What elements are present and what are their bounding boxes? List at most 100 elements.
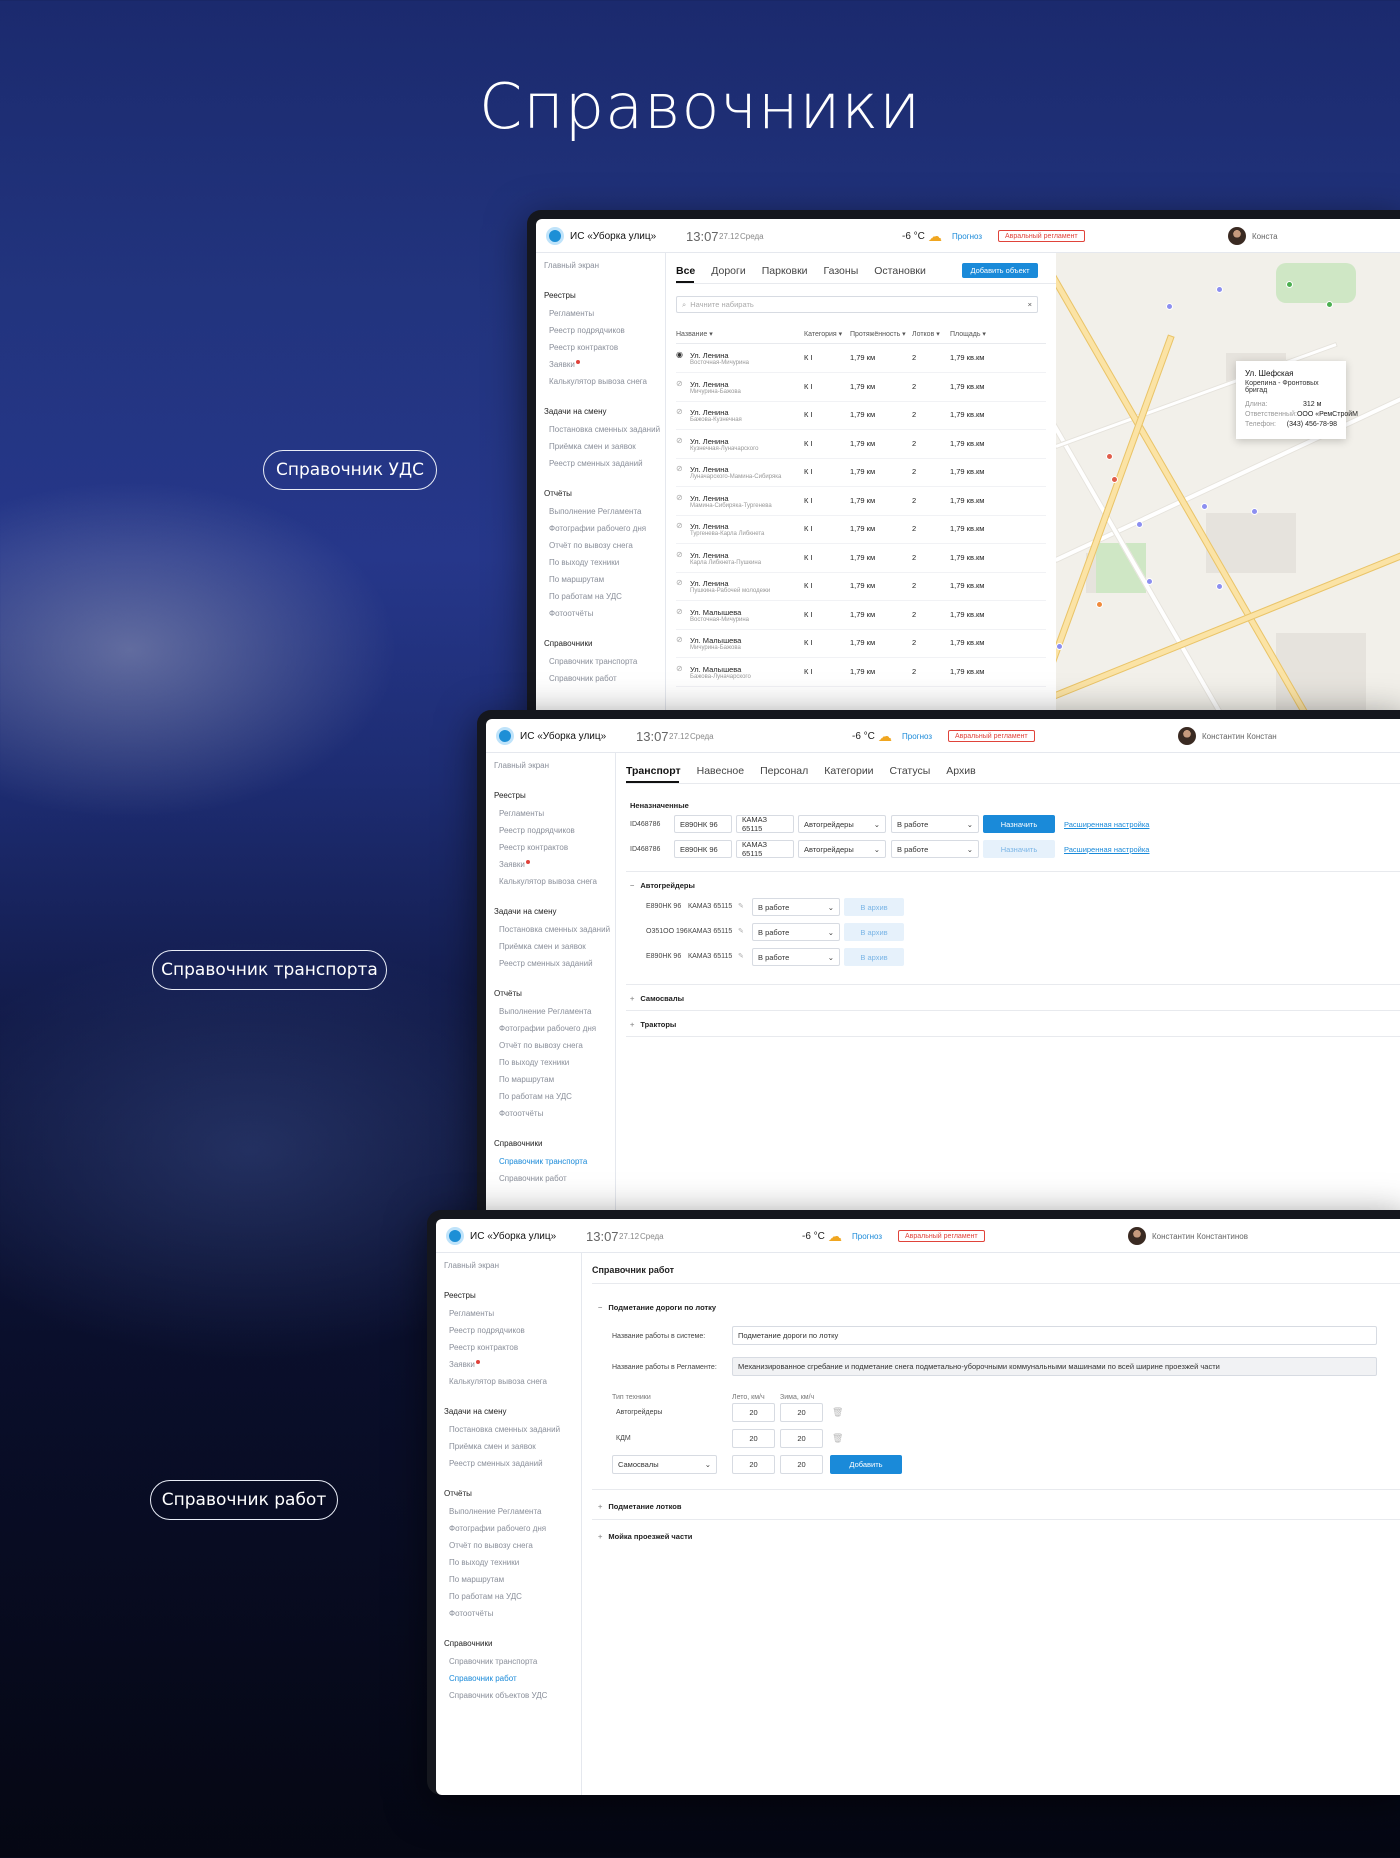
tab-transport[interactable]: Транспорт <box>626 765 681 777</box>
sidebar-item-shift-setup[interactable]: Постановка сменных заданий <box>499 925 615 934</box>
sidebar-item-dir-transport[interactable]: Справочник транспорта <box>449 1657 581 1666</box>
map-popup[interactable]: Ул. Шефская Корепина - Фронтовых бригад … <box>1236 361 1358 439</box>
sidebar-item-report-snow[interactable]: Отчёт по вывозу снега <box>549 541 665 550</box>
map-poi[interactable] <box>1201 503 1208 510</box>
status-select[interactable]: В работе ⌄ <box>752 898 840 916</box>
advanced-settings-link[interactable]: Расширенная настройка <box>1064 820 1149 829</box>
map-poi[interactable] <box>1096 601 1103 608</box>
sidebar-item-report-uds[interactable]: По работам на УДС <box>549 592 665 601</box>
sidebar-item-report-routes[interactable]: По маршрутам <box>549 575 665 584</box>
sidebar-item-requests[interactable]: Заявки <box>449 1360 581 1369</box>
map-poi[interactable] <box>1286 281 1293 288</box>
eye-off-icon[interactable]: ⊘ <box>676 379 683 388</box>
status-select[interactable]: В работе ⌄ <box>752 923 840 941</box>
sidebar-item-report-photos[interactable]: Фотографии рабочего дня <box>449 1524 581 1533</box>
sidebar-item-report-photos[interactable]: Фотографии рабочего дня <box>549 524 665 533</box>
vehicle-type-select[interactable]: Автогрейдеры ⌄ <box>798 815 886 833</box>
sidebar-item-report-snow[interactable]: Отчёт по вывозу снега <box>499 1041 615 1050</box>
table-row[interactable]: ⊘ Ул. Ленина Кузнечная-Луначарского К I 1,79… <box>676 431 1046 459</box>
col-name[interactable]: Название ▾ <box>676 330 713 338</box>
vehicle-type-select[interactable]: Самосвалы ⌄ <box>612 1455 717 1474</box>
assign-button[interactable]: Назначить <box>983 815 1055 833</box>
group-header[interactable]: − Автогрейдеры <box>630 881 695 890</box>
col-trays[interactable]: Лотков ▾ <box>912 330 940 338</box>
col-length[interactable]: Протяжённость ▾ <box>850 330 906 338</box>
tab-lawns[interactable]: Газоны <box>824 265 859 277</box>
tab-parking[interactable]: Парковки <box>762 265 808 277</box>
sidebar-item-report-routes[interactable]: По маршрутам <box>449 1575 581 1584</box>
sidebar-item-report-reglament[interactable]: Выполнение Регламента <box>449 1507 581 1516</box>
table-row[interactable]: ⊘ Ул. Ленина Мамина-Сибиряка-Тургенева К I 1… <box>676 488 1046 516</box>
sidebar-item-shift-setup[interactable]: Постановка сменных заданий <box>449 1425 581 1434</box>
archive-button[interactable]: В архив <box>844 923 904 941</box>
sidebar-item-home[interactable]: Главный экран <box>494 761 615 770</box>
edit-icon[interactable]: ✎ <box>738 927 744 935</box>
map-poi[interactable] <box>1056 643 1063 650</box>
avatar[interactable] <box>1178 727 1196 745</box>
section-sweeping-tray[interactable]: − Подметание дороги по лотку <box>598 1303 716 1312</box>
sidebar-item-requests[interactable]: Заявки <box>549 360 665 369</box>
eye-off-icon[interactable]: ⊘ <box>676 493 683 502</box>
sidebar-item-dir-uds[interactable]: Справочник объектов УДС <box>449 1691 581 1700</box>
winter-speed-input[interactable]: 20 <box>780 1429 823 1448</box>
sidebar-item-contractors[interactable]: Реестр подрядчиков <box>449 1326 581 1335</box>
summer-speed-input[interactable]: 20 <box>732 1403 775 1422</box>
table-row[interactable]: ⊘ Ул. Ленина Бажова-Кузнечная К I 1,79 км 2 1,… <box>676 402 1046 430</box>
winter-speed-input[interactable]: 20 <box>780 1403 823 1422</box>
col-area[interactable]: Площадь ▾ <box>950 330 986 338</box>
sidebar-item-contractors[interactable]: Реестр подрядчиков <box>499 826 615 835</box>
summer-speed-input[interactable]: 20 <box>732 1429 775 1448</box>
add-object-button[interactable]: Добавить объект <box>962 263 1038 278</box>
sidebar-item-reglaments[interactable]: Регламенты <box>499 809 615 818</box>
eye-off-icon[interactable]: ⊘ <box>676 521 683 530</box>
sidebar-item-shift-registry[interactable]: Реестр сменных заданий <box>449 1459 581 1468</box>
status-select[interactable]: В работе ⌄ <box>752 948 840 966</box>
map-poi[interactable] <box>1216 286 1223 293</box>
assign-button[interactable]: Назначить <box>983 840 1055 858</box>
vehicle-type-select[interactable]: Автогрейдеры ⌄ <box>798 840 886 858</box>
group-header[interactable]: + Тракторы <box>630 1020 676 1029</box>
sidebar-item-report-uds[interactable]: По работам на УДС <box>499 1092 615 1101</box>
eye-icon[interactable]: ◉ <box>676 350 683 359</box>
sidebar-item-dir-transport[interactable]: Справочник транспорта <box>549 657 665 666</box>
sidebar-item-report-vehicles[interactable]: По выходу техники <box>549 558 665 567</box>
plate-input[interactable]: Е890НК 96 <box>674 815 732 833</box>
sidebar-item-contractors[interactable]: Реестр подрядчиков <box>549 326 665 335</box>
avatar[interactable] <box>1228 227 1246 245</box>
map-poi[interactable] <box>1111 476 1118 483</box>
edit-icon[interactable]: ✎ <box>738 952 744 960</box>
winter-speed-input[interactable]: 20 <box>780 1455 823 1474</box>
eye-off-icon[interactable]: ⊘ <box>676 436 683 445</box>
sidebar-item-report-reglament[interactable]: Выполнение Регламента <box>549 507 665 516</box>
trash-icon[interactable]: 🗑 <box>832 1433 843 1444</box>
sidebar-item-reglaments[interactable]: Регламенты <box>449 1309 581 1318</box>
alarm-badge[interactable]: Авральный регламент <box>948 730 1035 742</box>
sidebar-item-report-snow[interactable]: Отчёт по вывозу снега <box>449 1541 581 1550</box>
eye-off-icon[interactable]: ⊘ <box>676 407 683 416</box>
sidebar-item-home[interactable]: Главный экран <box>544 261 665 270</box>
sidebar-item-dir-transport[interactable]: Справочник транспорта <box>499 1157 615 1166</box>
avatar[interactable] <box>1128 1227 1146 1245</box>
sidebar-item-report-vehicles[interactable]: По выходу техники <box>449 1558 581 1567</box>
forecast-link[interactable]: Прогноз <box>952 219 982 253</box>
sidebar-item-reglaments[interactable]: Регламенты <box>549 309 665 318</box>
status-select[interactable]: В работе ⌄ <box>891 840 979 858</box>
forecast-link[interactable]: Прогноз <box>902 719 932 753</box>
section-sweeping-trays[interactable]: + Подметание лотков <box>598 1502 681 1511</box>
tab-stops[interactable]: Остановки <box>874 265 926 277</box>
sidebar-item-dir-works[interactable]: Справочник работ <box>499 1174 615 1183</box>
map-poi[interactable] <box>1216 583 1223 590</box>
table-row[interactable]: ⊘ Ул. Малышева Бажова-Луначарского К I 1,79 … <box>676 659 1046 687</box>
tab-personnel[interactable]: Персонал <box>760 765 808 777</box>
eye-off-icon[interactable]: ⊘ <box>676 664 683 673</box>
table-row[interactable]: ⊘ Ул. Малышева Мичурина-Бажова К I 1,79 км 2 1… <box>676 630 1046 658</box>
table-row[interactable]: ⊘ Ул. Ленина Карла Либкнета-Пушкина К I 1,79… <box>676 545 1046 573</box>
sidebar-item-dir-works[interactable]: Справочник работ <box>549 674 665 683</box>
eye-off-icon[interactable]: ⊘ <box>676 550 683 559</box>
section-road-washing[interactable]: + Мойка проезжей части <box>598 1532 692 1541</box>
eye-off-icon[interactable]: ⊘ <box>676 607 683 616</box>
map-poi[interactable] <box>1251 508 1258 515</box>
sidebar-item-snow-calc[interactable]: Калькулятор вывоза снега <box>549 377 665 386</box>
user-name[interactable]: Константин Констан <box>1202 719 1277 753</box>
status-select[interactable]: В работе ⌄ <box>891 815 979 833</box>
